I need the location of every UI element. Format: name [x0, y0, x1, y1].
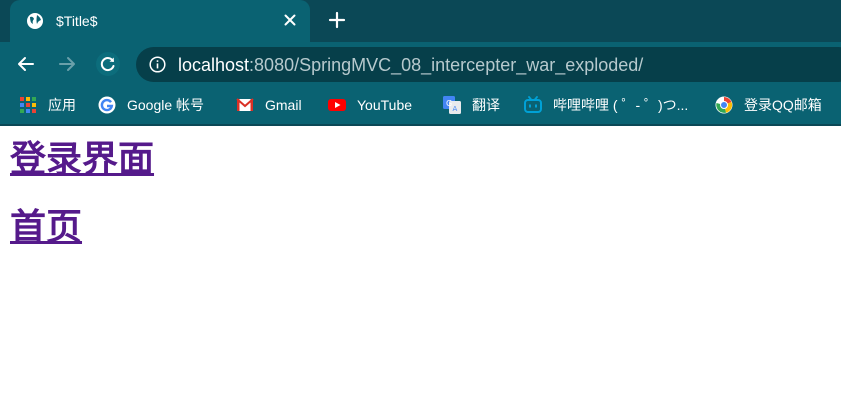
tab-title: $Title$ [56, 13, 98, 29]
address-bar[interactable]: localhost:8080/SpringMVC_08_intercepter_… [136, 47, 841, 82]
url-host: localhost [178, 55, 250, 75]
svg-text:G: G [446, 99, 452, 108]
bookmark-label: YouTube [357, 97, 413, 113]
close-icon[interactable] [282, 12, 298, 28]
plus-icon[interactable] [328, 11, 346, 29]
bookmark-label: 登录QQ邮箱 [744, 97, 822, 113]
translate-icon: G A [443, 96, 461, 114]
page-content: 登录界面 首页 [0, 126, 841, 286]
tab-strip: $Title$ [0, 0, 841, 42]
google-icon [98, 96, 116, 114]
browser-tab[interactable]: $Title$ [10, 0, 310, 42]
url-path: :8080/SpringMVC_08_intercepter_war_explo… [249, 55, 644, 75]
apps-grid-icon [20, 97, 36, 113]
bookmark-label: 哔哩哔哩 ( ゜- ゜)つ... [553, 97, 689, 113]
url-text[interactable]: localhost:8080/SpringMVC_08_intercepter_… [178, 55, 643, 75]
bookmark-label: Gmail [265, 97, 302, 113]
gmail-icon [236, 98, 254, 111]
globe-icon [27, 13, 43, 29]
home-page-link[interactable]: 首页 [10, 206, 82, 247]
forward-arrow-icon[interactable] [55, 52, 79, 76]
bookmark-label: 应用 [48, 97, 76, 113]
login-page-link[interactable]: 登录界面 [10, 138, 154, 179]
bookmarks-bar: 应用 Google 帐号 Gmail YouTube G A 翻译 哔哩哔哩 (… [0, 86, 841, 126]
home-heading: 首页 [10, 206, 831, 247]
back-arrow-icon[interactable] [14, 52, 38, 76]
info-icon[interactable] [149, 56, 166, 73]
bookmark-label: Google 帐号 [127, 97, 205, 113]
browser-toolbar: localhost:8080/SpringMVC_08_intercepter_… [0, 42, 841, 86]
qq-mail-icon [715, 96, 733, 114]
reload-icon[interactable] [96, 52, 120, 76]
login-heading: 登录界面 [10, 138, 831, 179]
youtube-icon [328, 99, 346, 111]
bilibili-icon [524, 96, 542, 113]
svg-text:A: A [453, 105, 458, 113]
bookmark-label: 翻译 [472, 97, 500, 113]
